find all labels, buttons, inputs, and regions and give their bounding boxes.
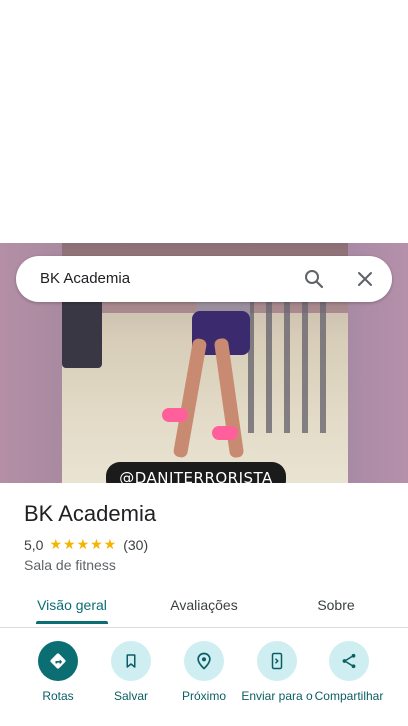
review-count: (30) <box>123 536 149 553</box>
search-input[interactable]: BK Academia <box>40 256 130 302</box>
tab-reviews[interactable]: Avaliações <box>156 587 252 627</box>
directions-icon <box>38 641 78 681</box>
photo-background-person <box>62 298 102 368</box>
save-button[interactable]: Salvar <box>95 641 167 703</box>
place-category[interactable]: Sala de fitness <box>24 557 116 573</box>
photo-shoe-right <box>212 426 238 440</box>
send-to-phone-label: Enviar para o <box>241 689 313 703</box>
star-rating-icon: ★★★★★ <box>49 536 118 552</box>
nearby-icon <box>184 641 224 681</box>
share-button[interactable]: Compartilhar <box>313 641 385 703</box>
share-icon <box>329 641 369 681</box>
save-label: Salvar <box>113 689 148 703</box>
search-icon[interactable] <box>302 267 326 291</box>
gym-machine <box>248 283 328 433</box>
directions-label: Rotas <box>42 689 74 703</box>
active-tab-indicator <box>36 621 108 624</box>
bookmark-icon <box>111 641 151 681</box>
nearby-label: Próximo <box>181 689 226 703</box>
map-blank-area <box>0 0 408 243</box>
search-bar[interactable]: BK Academia <box>16 256 392 302</box>
place-info-sheet: BK Academia 5,0 ★★★★★ (30) Sala de fitne… <box>0 483 408 726</box>
photo-watermark: @DANITERRORISTA <box>106 462 286 483</box>
place-title: BK Academia <box>24 501 157 526</box>
photo-shoe-left <box>162 408 188 422</box>
nearby-button[interactable]: Próximo <box>168 641 240 703</box>
tab-about[interactable]: Sobre <box>296 587 376 627</box>
directions-button[interactable]: Rotas <box>22 641 94 703</box>
share-label: Compartilhar <box>314 689 384 703</box>
close-icon[interactable] <box>353 267 377 291</box>
send-to-phone-icon <box>257 641 297 681</box>
rating-value: 5,0 <box>24 536 44 553</box>
rating-row[interactable]: 5,0 ★★★★★ (30) <box>24 536 148 553</box>
send-to-phone-button[interactable]: Enviar para o <box>241 641 313 703</box>
